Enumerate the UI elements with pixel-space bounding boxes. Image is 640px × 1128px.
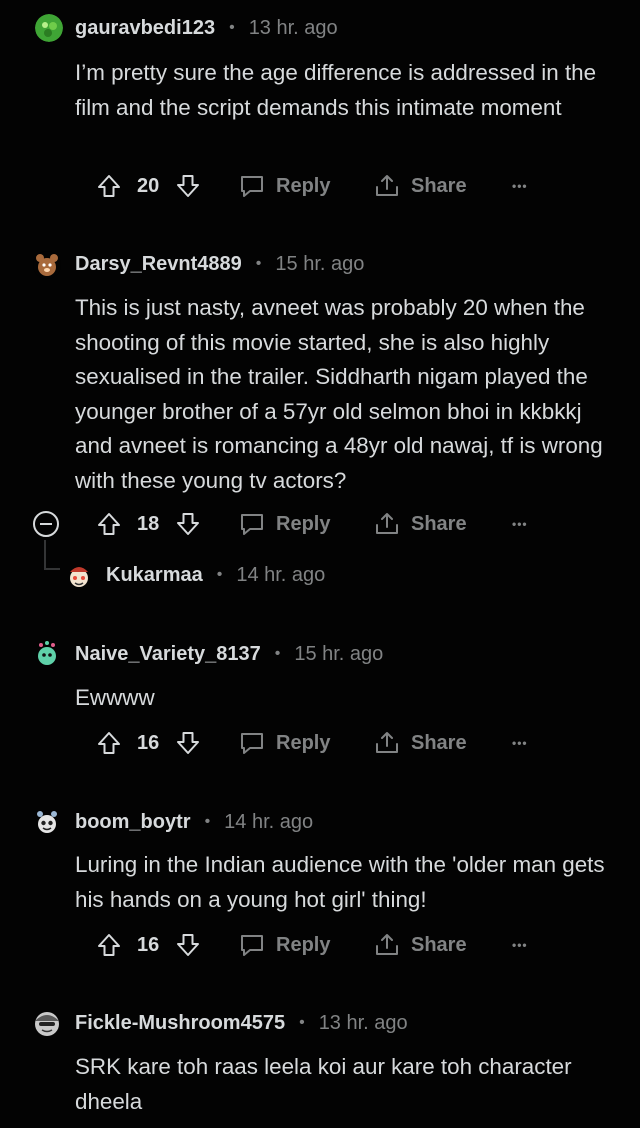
vote-count: 16 — [137, 933, 160, 956]
collapse-thread-button[interactable] — [32, 504, 60, 544]
share-icon — [376, 732, 398, 753]
username[interactable]: Darsy_Revnt4889 — [75, 253, 242, 276]
comment-body: I’m pretty sure the age difference is ad… — [75, 60, 597, 120]
separator-dot: • — [204, 813, 211, 830]
separator-dot: • — [255, 255, 262, 272]
share-icon — [376, 175, 398, 196]
username[interactable]: boom_boytr — [75, 811, 191, 834]
separator-dot: • — [299, 1014, 305, 1031]
comment-body: Ewwww — [75, 685, 155, 710]
reply-button[interactable]: Reply — [238, 504, 330, 544]
green-blob-avatar-icon[interactable] — [35, 14, 63, 42]
share-label: Share — [411, 512, 467, 535]
comment-actions: 20 Reply Share ••• — [0, 166, 640, 206]
upvote-icon — [98, 513, 120, 535]
upvote-icon — [98, 934, 120, 956]
username[interactable]: gauravbedi123 — [75, 17, 215, 40]
comment-actions: 16 Reply Share ••• — [0, 925, 640, 965]
downvote-button[interactable] — [175, 723, 201, 763]
upvote-icon — [98, 175, 120, 197]
share-label: Share — [411, 731, 467, 754]
upvote-button[interactable] — [96, 504, 122, 544]
comment-body: Luring in the Indian audience with the '… — [75, 852, 605, 912]
share-label: Share — [411, 933, 467, 956]
more-options-button[interactable]: ••• — [512, 925, 528, 965]
upvote-icon — [98, 732, 120, 754]
downvote-button[interactable] — [175, 166, 201, 206]
downvote-icon — [177, 934, 199, 956]
vote-count: 20 — [137, 174, 160, 197]
comment-actions: 18 Reply Share ••• — [0, 504, 640, 544]
upvote-button[interactable] — [96, 723, 122, 763]
reply-icon — [241, 935, 263, 956]
reply-button[interactable]: Reply — [238, 925, 330, 965]
downvote-icon — [177, 175, 199, 197]
bear-avatar-icon[interactable] — [33, 251, 61, 279]
username[interactable]: Fickle-Mushroom4575 — [75, 1012, 285, 1035]
downvote-button[interactable] — [175, 925, 201, 965]
share-button[interactable]: Share — [373, 723, 467, 763]
username[interactable]: Kukarmaa — [106, 564, 203, 587]
comment-body: This is just nasty, avneet was probably … — [75, 295, 603, 493]
upvote-button[interactable] — [96, 166, 122, 206]
share-label: Share — [411, 174, 467, 197]
separator-dot: • — [274, 645, 281, 662]
reply-button[interactable]: Reply — [238, 166, 330, 206]
vote-count: 16 — [137, 731, 160, 754]
more-options-button[interactable]: ••• — [512, 166, 528, 206]
reply-label: Reply — [276, 731, 331, 754]
timestamp: 14 hr. ago — [236, 563, 326, 586]
reply-icon — [241, 733, 263, 754]
more-options-button[interactable]: ••• — [512, 504, 528, 544]
collapse-icon — [33, 511, 59, 537]
comment-actions: 16 Reply Share ••• — [0, 723, 640, 763]
separator-dot: • — [229, 19, 235, 36]
timestamp: 14 hr. ago — [224, 810, 314, 833]
separator-dot: • — [216, 566, 223, 583]
share-button[interactable]: Share — [373, 925, 467, 965]
white-snoo-avatar-icon[interactable] — [33, 808, 61, 836]
downvote-icon — [177, 732, 199, 754]
share-button[interactable]: Share — [373, 504, 467, 544]
thread-line-elbow — [44, 568, 60, 570]
share-icon — [376, 934, 398, 955]
reply-button[interactable]: Reply — [238, 723, 330, 763]
share-button[interactable]: Share — [373, 166, 467, 206]
reply-label: Reply — [276, 933, 331, 956]
share-icon — [376, 513, 398, 534]
downvote-button[interactable] — [175, 504, 201, 544]
more-options-button[interactable]: ••• — [512, 723, 528, 763]
reply-label: Reply — [276, 174, 331, 197]
downvote-icon — [177, 513, 199, 535]
thread-line — [44, 540, 46, 570]
upvote-button[interactable] — [96, 925, 122, 965]
timestamp: 15 hr. ago — [294, 642, 384, 665]
timestamp: 15 hr. ago — [275, 252, 365, 275]
capped-snoo-avatar-icon[interactable] — [33, 1009, 61, 1037]
timestamp: 13 hr. ago — [318, 1011, 408, 1034]
reply-label: Reply — [276, 512, 331, 535]
green-snoo-avatar-icon[interactable] — [33, 640, 61, 668]
snoo-avatar-icon[interactable] — [65, 562, 93, 590]
username[interactable]: Naive_Variety_8137 — [75, 643, 261, 666]
vote-count: 18 — [137, 512, 160, 535]
reply-icon — [241, 176, 263, 197]
comment-body: SRK kare toh raas leela koi aur kare toh… — [75, 1054, 572, 1114]
reply-icon — [241, 514, 263, 535]
timestamp: 13 hr. ago — [248, 16, 338, 39]
